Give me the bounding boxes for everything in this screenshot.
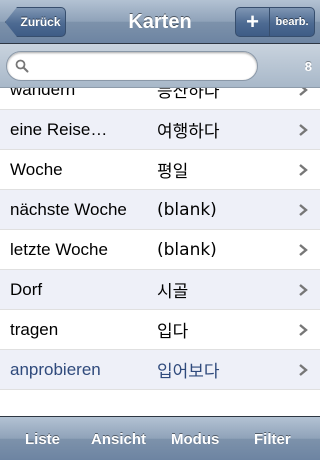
korean-word: 입다 <box>157 322 189 342</box>
korean-word: 입어보다 <box>157 362 220 382</box>
list-item[interactable]: eine Reise… 여행하다 <box>0 110 320 150</box>
plus-icon: + <box>246 9 259 34</box>
search-icon <box>15 59 29 73</box>
chevron-right-icon <box>299 204 308 216</box>
german-word: eine Reise… <box>10 119 108 139</box>
chevron-right-icon <box>299 124 308 136</box>
german-word: tragen <box>10 319 59 339</box>
list-item[interactable]: letzte Woche (blank) <box>0 230 320 270</box>
list-item[interactable]: nächste Woche (blank) <box>0 190 320 230</box>
german-word: nächste Woche <box>10 199 127 219</box>
list-item[interactable]: Dorf 시골 <box>0 270 320 310</box>
list-item-selected[interactable]: anprobieren 입어보다 <box>0 350 320 390</box>
edit-button-label: bearb. <box>275 16 309 28</box>
chevron-right-icon <box>299 164 308 176</box>
card-list-content: wandern 등산하다 eine Reise… 여행하다 Woche 평일 n… <box>0 88 320 390</box>
chevron-right-icon <box>299 88 308 96</box>
chevron-right-icon <box>299 324 308 336</box>
nav-right-buttons: + bearb. <box>235 7 315 37</box>
page-title: Karten <box>128 10 192 33</box>
add-button[interactable]: + <box>236 8 270 36</box>
navigation-bar: Zurück Karten + bearb. <box>0 0 320 44</box>
german-word: wandern <box>10 88 76 99</box>
search-input[interactable] <box>35 58 235 74</box>
korean-word: 시골 <box>157 282 189 302</box>
korean-word: 여행하다 <box>157 122 220 142</box>
bottom-toolbar: Liste Ansicht Modus Filter <box>0 416 320 460</box>
back-button-label: Zurück <box>20 15 61 29</box>
edit-button[interactable]: bearb. <box>270 8 314 36</box>
chevron-right-icon <box>299 364 308 376</box>
search-field[interactable] <box>6 51 258 81</box>
german-word: letzte Woche <box>10 239 108 259</box>
german-word: Dorf <box>10 279 43 299</box>
korean-word: (blank) <box>157 199 217 220</box>
korean-word: 등산하다 <box>157 88 220 102</box>
german-word: anprobieren <box>10 359 101 379</box>
chevron-right-icon <box>299 244 308 256</box>
list-item[interactable]: wandern 등산하다 <box>0 88 320 110</box>
list-item[interactable]: Woche 평일 <box>0 150 320 190</box>
german-word: Woche <box>10 159 63 179</box>
chevron-right-icon <box>299 284 308 296</box>
toolbar-list-button[interactable]: Liste <box>25 417 60 460</box>
back-button[interactable]: Zurück <box>5 7 66 37</box>
toolbar-filter-button[interactable]: Filter <box>254 417 291 460</box>
toolbar-view-button[interactable]: Ansicht <box>91 417 146 460</box>
card-list[interactable]: wandern 등산하다 eine Reise… 여행하다 Woche 평일 n… <box>0 88 320 418</box>
toolbar-mode-button[interactable]: Modus <box>171 417 219 460</box>
korean-word: (blank) <box>157 239 217 260</box>
search-bar: 8 <box>0 44 320 88</box>
korean-word: 평일 <box>157 162 189 182</box>
list-item[interactable]: tragen 입다 <box>0 310 320 350</box>
card-count: 8 <box>304 58 312 74</box>
